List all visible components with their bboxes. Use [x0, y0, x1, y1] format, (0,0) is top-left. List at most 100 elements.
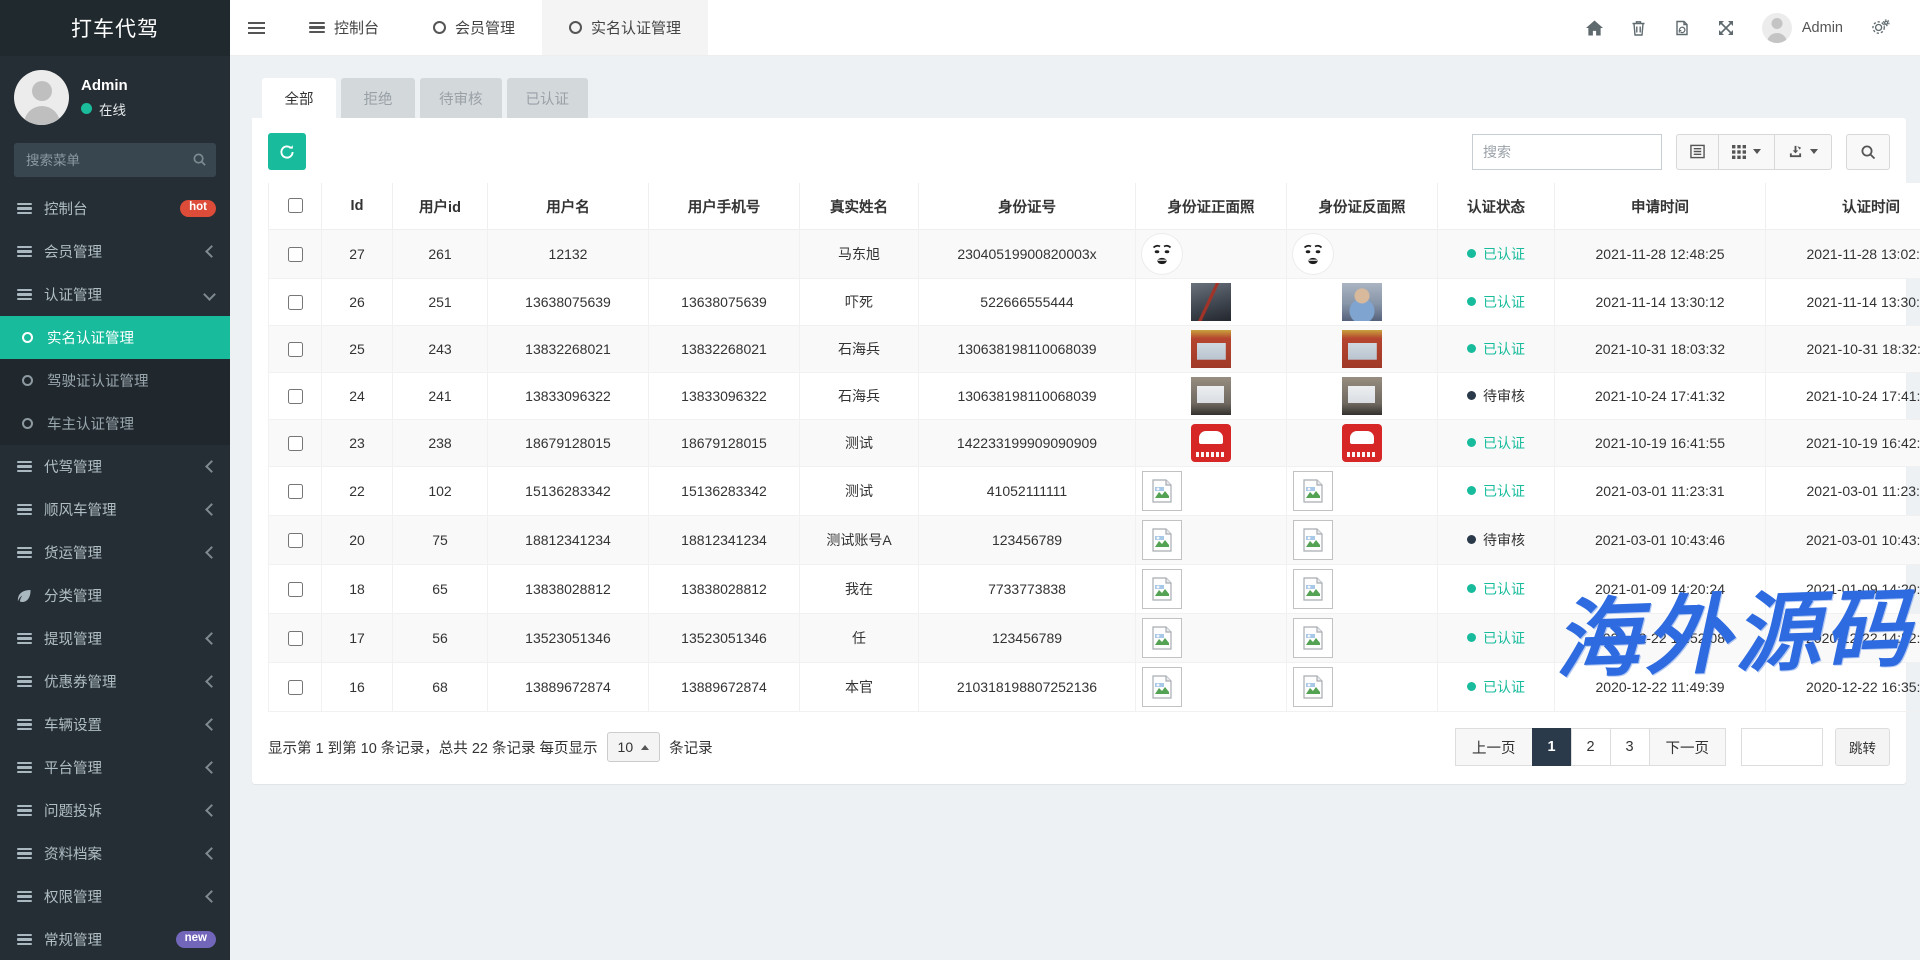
sidebar-item-实名认证管理[interactable]: 实名认证管理	[0, 316, 230, 359]
sidebar-item-label: 权限管理	[44, 886, 102, 907]
fullscreen-icon[interactable]	[1718, 20, 1734, 36]
sidebar-item-认证管理[interactable]: 认证管理	[0, 273, 230, 316]
sidebar-item-货运管理[interactable]: 货运管理	[0, 531, 230, 574]
sidebar-item-车辆设置[interactable]: 车辆设置	[0, 703, 230, 746]
row-checkbox[interactable]	[288, 295, 303, 310]
idcard-front-photo[interactable]	[1142, 618, 1182, 658]
sidebar-item-会员管理[interactable]: 会员管理	[0, 230, 230, 273]
sidebar-item-分类管理[interactable]: 分类管理	[0, 574, 230, 617]
idcard-front-photo[interactable]	[1191, 377, 1231, 415]
idcard-back-photo[interactable]	[1293, 667, 1333, 707]
row-checkbox[interactable]	[288, 582, 303, 597]
sidebar-item-常规管理[interactable]: 常规管理new	[0, 918, 230, 960]
column-header-真实姓名[interactable]: 真实姓名	[800, 183, 919, 230]
page-button-1[interactable]: 1	[1532, 728, 1572, 766]
column-header-用户id[interactable]: 用户id	[393, 183, 488, 230]
page-button-2[interactable]: 2	[1571, 728, 1611, 766]
columns-button[interactable]	[1718, 134, 1775, 170]
settings-gears-icon[interactable]	[1871, 19, 1890, 36]
sidebar-item-车主认证管理[interactable]: 车主认证管理	[0, 402, 230, 445]
select-all-checkbox[interactable]	[288, 198, 303, 213]
idcard-front-photo[interactable]	[1191, 424, 1231, 462]
idcard-front-photo[interactable]	[1142, 667, 1182, 707]
cell-id: 18	[322, 565, 393, 614]
column-header-认证时间[interactable]: 认证时间	[1766, 183, 1920, 230]
sidebar-item-优惠券管理[interactable]: 优惠券管理	[0, 660, 230, 703]
admin-menu[interactable]: Admin	[1762, 13, 1843, 43]
filter-tab-待审核[interactable]: 待审核	[420, 78, 502, 118]
table-search-input[interactable]	[1472, 134, 1662, 170]
column-header-身份证反面照[interactable]: 身份证反面照	[1287, 183, 1438, 230]
idcard-front-photo[interactable]	[1142, 471, 1182, 511]
column-header-用户手机号[interactable]: 用户手机号	[649, 183, 800, 230]
row-checkbox[interactable]	[288, 389, 303, 404]
jump-page-input[interactable]	[1741, 728, 1823, 766]
row-checkbox[interactable]	[288, 680, 303, 695]
idcard-back-photo[interactable]	[1293, 471, 1333, 511]
column-header-用户名[interactable]: 用户名	[488, 183, 649, 230]
page-size-select[interactable]: 10	[607, 732, 661, 762]
sidebar-search-input[interactable]	[14, 143, 216, 177]
row-checkbox[interactable]	[288, 436, 303, 451]
status-dot-icon	[1467, 535, 1476, 544]
idcard-front-photo[interactable]	[1142, 569, 1182, 609]
idcard-back-photo[interactable]	[1342, 283, 1382, 321]
sidebar-item-问题投诉[interactable]: 问题投诉	[0, 789, 230, 832]
column-header-申请时间[interactable]: 申请时间	[1555, 183, 1766, 230]
advanced-search-button[interactable]	[1846, 134, 1890, 170]
column-header-身份证号[interactable]: 身份证号	[919, 183, 1136, 230]
idcard-front-photo[interactable]	[1191, 283, 1231, 321]
cell-idcard-back	[1287, 279, 1438, 326]
jump-button[interactable]: 跳转	[1835, 728, 1890, 766]
filter-tab-拒绝[interactable]: 拒绝	[341, 78, 415, 118]
column-header-Id[interactable]: Id	[322, 183, 393, 230]
user-status-label: 在线	[99, 99, 126, 119]
cell-status: 已认证	[1438, 467, 1555, 516]
filter-tab-已认证[interactable]: 已认证	[507, 78, 589, 118]
idcard-back-photo[interactable]	[1293, 520, 1333, 560]
sidebar-item-代驾管理[interactable]: 代驾管理	[0, 445, 230, 488]
sidebar-item-label: 控制台	[44, 198, 88, 219]
row-checkbox[interactable]	[288, 342, 303, 357]
sidebar-item-顺风车管理[interactable]: 顺风车管理	[0, 488, 230, 531]
next-page-button[interactable]: 下一页	[1649, 728, 1727, 766]
idcard-back-photo[interactable]	[1342, 330, 1382, 368]
refresh-button[interactable]	[268, 133, 306, 170]
row-checkbox[interactable]	[288, 247, 303, 262]
idcard-back-photo[interactable]	[1342, 377, 1382, 415]
status-badge: 已认证	[1483, 679, 1525, 695]
row-checkbox[interactable]	[288, 484, 303, 499]
tab-实名认证管理[interactable]: 实名认证管理	[542, 0, 708, 55]
export-button[interactable]	[1774, 134, 1832, 170]
clear-cache-icon[interactable]	[1674, 20, 1690, 36]
home-icon[interactable]	[1586, 20, 1603, 36]
filter-tab-全部[interactable]: 全部	[262, 78, 336, 118]
row-checkbox[interactable]	[288, 631, 303, 646]
page-button-3[interactable]: 3	[1610, 728, 1650, 766]
idcard-front-photo[interactable]	[1142, 234, 1182, 274]
sidebar-item-提现管理[interactable]: 提现管理	[0, 617, 230, 660]
trash-icon[interactable]	[1631, 20, 1646, 36]
idcard-back-photo[interactable]	[1293, 569, 1333, 609]
cell-username: 18679128015	[488, 420, 649, 467]
sidebar-item-平台管理[interactable]: 平台管理	[0, 746, 230, 789]
idcard-back-photo[interactable]	[1293, 234, 1333, 274]
sidebar-item-驾驶证认证管理[interactable]: 驾驶证认证管理	[0, 359, 230, 402]
column-header-身份证正面照[interactable]: 身份证正面照	[1136, 183, 1287, 230]
row-checkbox[interactable]	[288, 533, 303, 548]
search-icon[interactable]	[192, 152, 207, 170]
idcard-back-photo[interactable]	[1342, 424, 1382, 462]
sidebar-item-资料档案[interactable]: 资料档案	[0, 832, 230, 875]
idcard-front-photo[interactable]	[1191, 330, 1231, 368]
sidebar-item-控制台[interactable]: 控制台hot	[0, 187, 230, 230]
tab-控制台[interactable]: 控制台	[282, 0, 406, 55]
idcard-back-photo[interactable]	[1293, 618, 1333, 658]
topbar: 控制台会员管理实名认证管理 Admin	[230, 0, 1920, 56]
column-header-认证状态[interactable]: 认证状态	[1438, 183, 1555, 230]
tab-会员管理[interactable]: 会员管理	[406, 0, 542, 55]
sidebar-toggle-icon[interactable]	[230, 0, 282, 55]
prev-page-button[interactable]: 上一页	[1455, 728, 1533, 766]
idcard-front-photo[interactable]	[1142, 520, 1182, 560]
toggle-view-button[interactable]	[1676, 134, 1719, 170]
sidebar-item-权限管理[interactable]: 权限管理	[0, 875, 230, 918]
